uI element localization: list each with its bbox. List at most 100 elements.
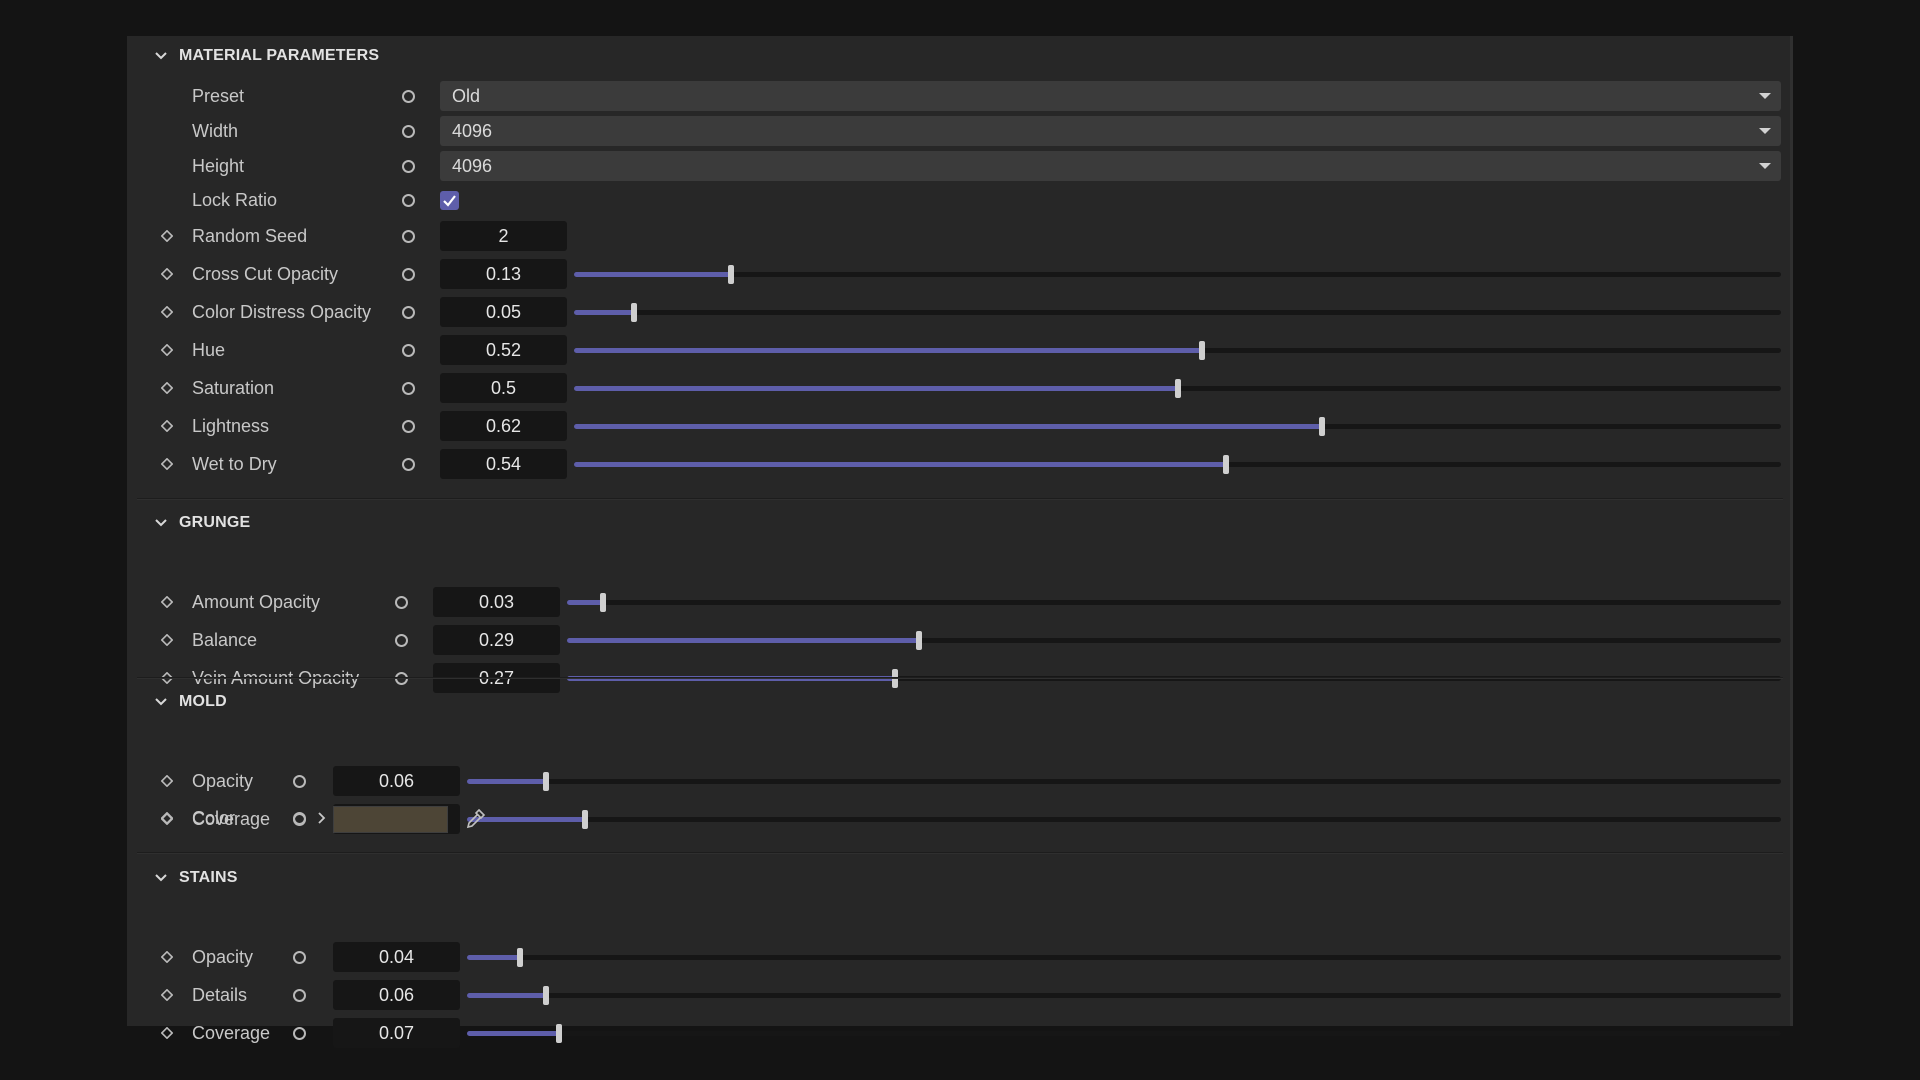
checkmark-icon: [443, 195, 456, 207]
param-label: Details: [192, 985, 248, 1005]
circle-reset-icon[interactable]: [402, 194, 415, 207]
circle-reset-icon[interactable]: [402, 344, 415, 357]
slider-thumb[interactable]: [543, 986, 549, 1005]
circle-reset-icon[interactable]: [402, 420, 415, 433]
chevron-right-icon[interactable]: [316, 811, 328, 825]
slider-track[interactable]: [467, 955, 1781, 960]
slider-thumb[interactable]: [728, 265, 734, 284]
random-seed-field[interactable]: 2: [440, 221, 567, 251]
diamond-keyframe-icon[interactable]: [161, 951, 173, 963]
width-dropdown[interactable]: 4096: [440, 116, 1781, 146]
diamond-keyframe-icon[interactable]: [161, 306, 173, 318]
value-field[interactable]: 0.5: [440, 373, 567, 403]
diamond-keyframe-icon[interactable]: [161, 420, 173, 432]
slider[interactable]: [467, 980, 1781, 1010]
value-field[interactable]: 0.03: [433, 587, 560, 617]
param-label: Color Distress Opacity: [192, 302, 372, 322]
circle-reset-icon[interactable]: [293, 1027, 306, 1040]
value-field[interactable]: 0.07: [333, 1018, 460, 1048]
slider[interactable]: [567, 625, 1781, 655]
slider-fill: [467, 993, 546, 998]
slider-track[interactable]: [467, 1031, 1781, 1036]
slider[interactable]: [467, 1018, 1781, 1048]
diamond-keyframe-icon[interactable]: [161, 812, 173, 824]
circle-reset-icon[interactable]: [402, 90, 415, 103]
slider-thumb[interactable]: [1319, 417, 1325, 436]
lock-ratio-checkbox[interactable]: [440, 191, 459, 210]
slider-thumb[interactable]: [916, 631, 922, 650]
circle-reset-icon[interactable]: [293, 812, 306, 825]
slider[interactable]: [567, 587, 1781, 617]
value-field[interactable]: 0.62: [440, 411, 567, 441]
value-field[interactable]: 0.13: [440, 259, 567, 289]
slider-track[interactable]: [567, 600, 1781, 605]
slider-thumb[interactable]: [543, 772, 549, 791]
value-field[interactable]: 0.52: [440, 335, 567, 365]
slider-fill: [574, 310, 634, 315]
circle-reset-icon[interactable]: [395, 634, 408, 647]
slider-thumb[interactable]: [517, 948, 523, 967]
chevron-down-icon: [155, 874, 167, 882]
slider-thumb[interactable]: [1175, 379, 1181, 398]
param-row: Opacity 0.04: [127, 942, 1793, 972]
slider[interactable]: [574, 411, 1781, 441]
diamond-keyframe-icon[interactable]: [161, 1027, 173, 1039]
circle-reset-icon[interactable]: [402, 382, 415, 395]
circle-reset-icon[interactable]: [402, 230, 415, 243]
diamond-keyframe-icon[interactable]: [161, 775, 173, 787]
diamond-keyframe-icon[interactable]: [161, 634, 173, 646]
slider[interactable]: [467, 766, 1781, 796]
slider-thumb[interactable]: [631, 303, 637, 322]
diamond-keyframe-icon[interactable]: [161, 989, 173, 1001]
diamond-keyframe-icon[interactable]: [161, 382, 173, 394]
slider[interactable]: [467, 942, 1781, 972]
circle-reset-icon[interactable]: [395, 596, 408, 609]
section-header-grunge[interactable]: GRUNGE: [153, 513, 250, 533]
circle-reset-icon[interactable]: [402, 268, 415, 281]
section-header-mold[interactable]: MOLD: [153, 692, 227, 712]
slider-fill: [467, 955, 520, 960]
circle-reset-icon[interactable]: [293, 775, 306, 788]
circle-reset-icon[interactable]: [402, 458, 415, 471]
slider[interactable]: [574, 335, 1781, 365]
value-field[interactable]: 0.05: [440, 297, 567, 327]
param-row-width: Width 4096: [127, 116, 1793, 146]
slider[interactable]: [574, 259, 1781, 289]
circle-reset-icon[interactable]: [293, 989, 306, 1002]
height-dropdown[interactable]: 4096: [440, 151, 1781, 181]
slider[interactable]: [574, 297, 1781, 327]
diamond-keyframe-icon[interactable]: [161, 268, 173, 280]
value-field[interactable]: 0.29: [433, 625, 560, 655]
value-field[interactable]: 0.04: [333, 942, 460, 972]
diamond-keyframe-icon[interactable]: [161, 230, 173, 242]
circle-reset-icon[interactable]: [293, 951, 306, 964]
slider-track[interactable]: [467, 993, 1781, 998]
slider[interactable]: [574, 373, 1781, 403]
slider-track[interactable]: [574, 310, 1781, 315]
section-header-stains[interactable]: STAINS: [153, 868, 238, 888]
circle-reset-icon[interactable]: [402, 306, 415, 319]
param-label: Random Seed: [192, 226, 308, 246]
eyedropper-icon[interactable]: [464, 806, 488, 830]
slider-track[interactable]: [574, 272, 1781, 277]
slider[interactable]: [574, 449, 1781, 479]
section-divider: [137, 852, 1783, 854]
value-field[interactable]: 0.54: [440, 449, 567, 479]
value-field[interactable]: 0.06: [333, 980, 460, 1010]
color-swatch[interactable]: [333, 806, 448, 833]
diamond-keyframe-icon[interactable]: [161, 596, 173, 608]
param-label: Width: [192, 121, 239, 141]
value-field[interactable]: 0.06: [333, 766, 460, 796]
diamond-keyframe-icon[interactable]: [161, 344, 173, 356]
section-header-material[interactable]: MATERIAL PARAMETERS: [153, 46, 379, 66]
slider-thumb[interactable]: [600, 593, 606, 612]
diamond-keyframe-icon[interactable]: [161, 458, 173, 470]
circle-reset-icon[interactable]: [402, 160, 415, 173]
slider-track[interactable]: [467, 779, 1781, 784]
param-label: Color: [192, 808, 236, 828]
slider-thumb[interactable]: [1199, 341, 1205, 360]
circle-reset-icon[interactable]: [402, 125, 415, 138]
slider-thumb[interactable]: [556, 1024, 562, 1043]
preset-dropdown[interactable]: Old: [440, 81, 1781, 111]
slider-thumb[interactable]: [1223, 455, 1229, 474]
